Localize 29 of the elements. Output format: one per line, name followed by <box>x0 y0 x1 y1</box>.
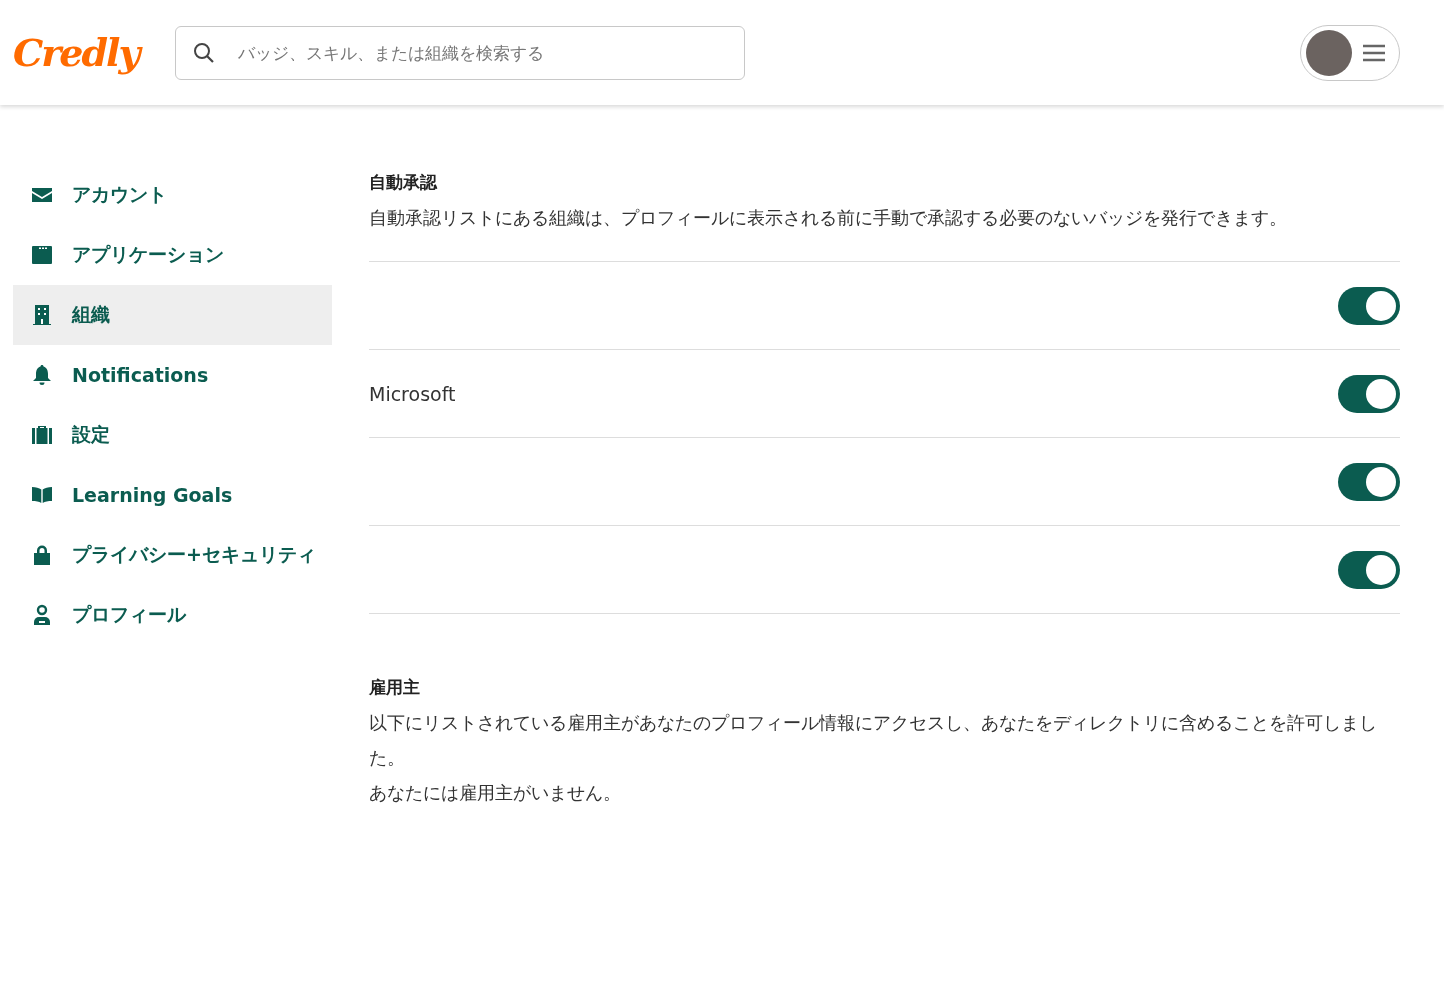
sidebar-item[interactable]: Learning Goals <box>13 465 332 525</box>
organization-name: Microsoft <box>369 382 456 405</box>
sidebar-item[interactable]: アプリケーション <box>13 225 332 285</box>
section-description: 自動承認リストにある組織は、プロフィールに表示される前に手動で承認する必要のないバッジを発行できます。 <box>369 206 1288 230</box>
window-icon <box>31 244 53 266</box>
search-field[interactable]: バッジ、スキル、または組織を検索する <box>174 25 745 80</box>
lock-icon <box>31 544 53 566</box>
sidebar-item[interactable]: アカウント <box>13 165 332 225</box>
sidebar-item[interactable]: 組織 <box>13 285 332 345</box>
menu-icon <box>1363 43 1385 62</box>
book-icon <box>31 484 53 506</box>
bell-icon <box>31 364 53 386</box>
sidebar-item[interactable]: プライバシー+セキュリティ <box>13 525 332 585</box>
empty-message: あなたには雇用主がいません。 <box>369 781 622 805</box>
section-title: 自動承認 <box>369 171 439 194</box>
sidebar-item[interactable]: Notifications <box>13 345 332 405</box>
avatar-photo-placeholder <box>1306 29 1352 76</box>
toggle-switch[interactable] <box>1338 374 1400 413</box>
briefcase-icon <box>31 424 53 446</box>
person-icon <box>31 604 53 626</box>
building-icon <box>31 304 53 326</box>
toggle-switch[interactable] <box>1338 462 1400 501</box>
toggle-switch[interactable] <box>1338 550 1400 589</box>
section-title: 雇用主 <box>369 676 421 699</box>
sidebar-item[interactable]: 設定 <box>13 405 332 465</box>
search-icon <box>192 41 215 64</box>
toggle-switch[interactable] <box>1338 286 1400 325</box>
sidebar-item[interactable]: プロフィール <box>13 585 332 645</box>
section-description: 以下にリストされている雇用主があなたのプロフィール情報にアクセスし、あなたをディレクトリに含めることを許可しました。 <box>369 711 1378 770</box>
